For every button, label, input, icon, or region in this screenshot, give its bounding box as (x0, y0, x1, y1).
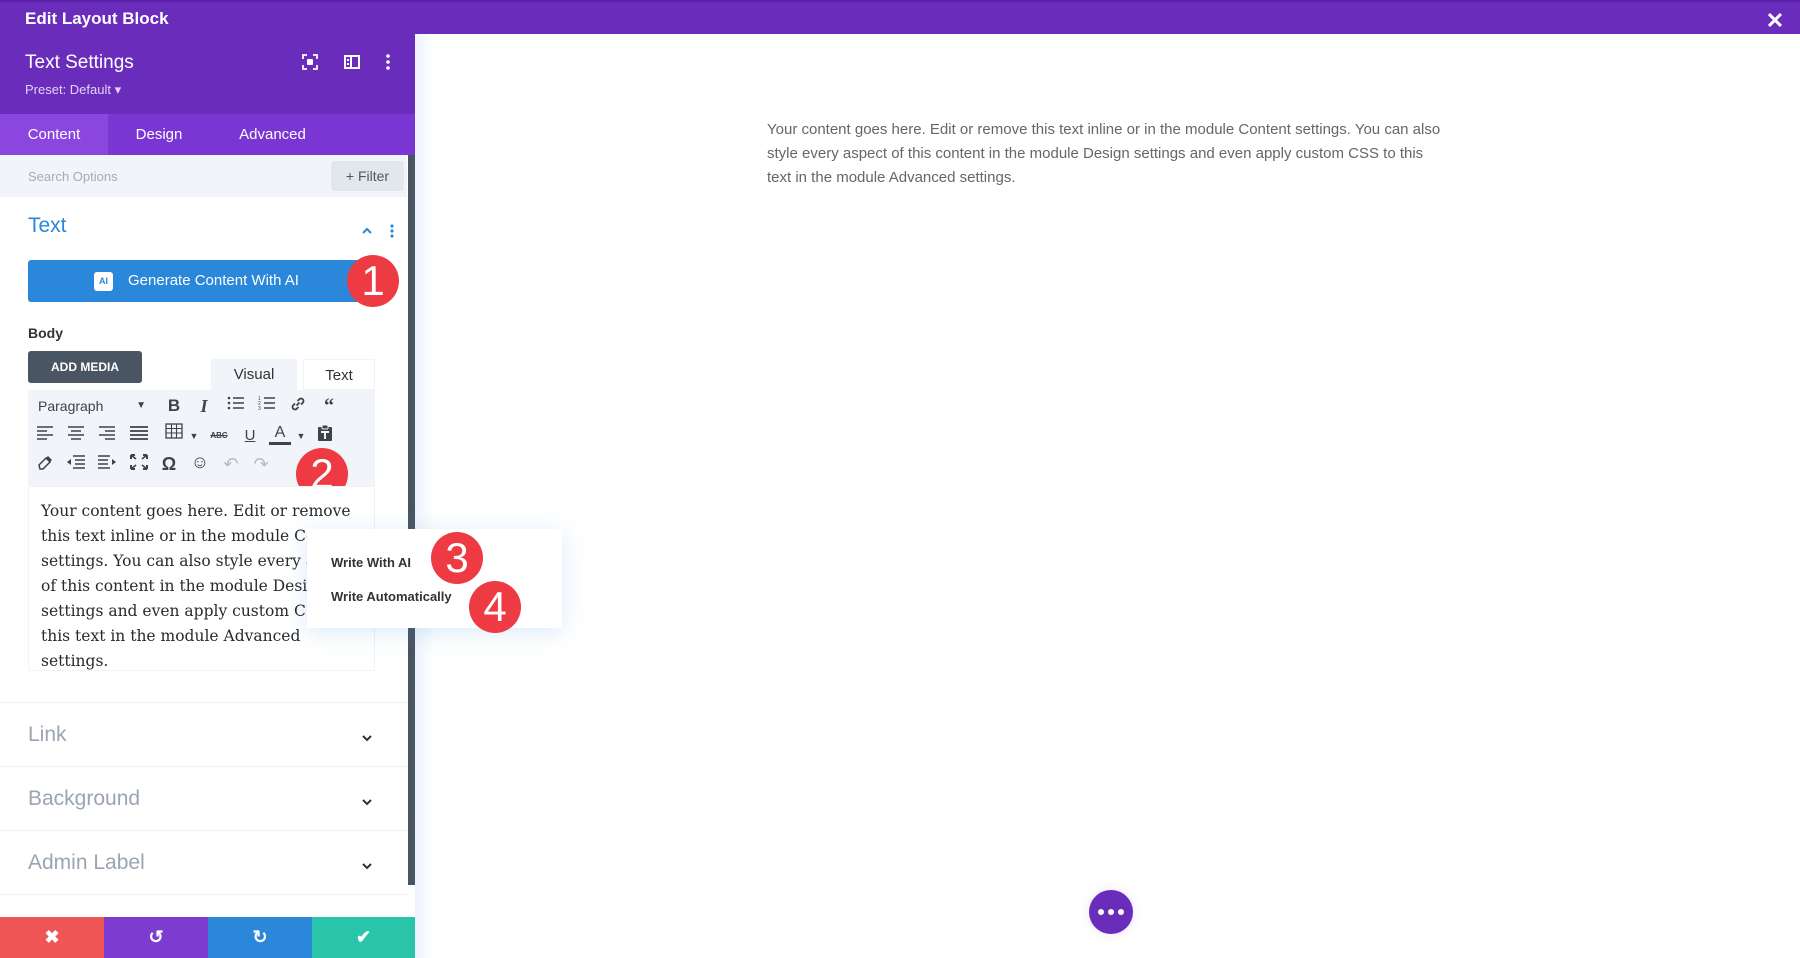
svg-text:3: 3 (258, 406, 261, 411)
save-button[interactable]: ✔ (312, 917, 415, 958)
italic-icon[interactable]: I (193, 395, 215, 417)
format-select-value: Paragraph (38, 398, 104, 414)
undo-icon[interactable]: ↶ (220, 453, 242, 475)
kebab-menu-icon[interactable] (378, 52, 398, 72)
footer-actions: ✖ ↺ ↻ ✔ (0, 917, 415, 958)
bullet-list-icon[interactable] (225, 395, 247, 417)
modal-title: Edit Layout Block (25, 9, 169, 28)
dot-icon (1098, 909, 1104, 915)
filter-button[interactable]: + Filter (331, 161, 404, 191)
section-link-toggle[interactable]: Link (28, 723, 67, 747)
section-divider (0, 894, 407, 895)
table-caret-icon[interactable]: ▼ (183, 425, 205, 447)
align-left-icon[interactable] (34, 425, 56, 447)
dot-icon (1118, 909, 1124, 915)
clear-formatting-icon[interactable] (34, 454, 56, 476)
table-icon[interactable] (163, 423, 185, 445)
annotation-badge-1: 1 (347, 255, 399, 307)
section-background-toggle[interactable]: Background (28, 787, 140, 811)
body-label: Body (28, 325, 63, 341)
align-right-icon[interactable] (96, 425, 118, 447)
dot-icon (1108, 909, 1114, 915)
sidebar-shadow (415, 34, 435, 958)
write-automatically-item[interactable]: Write Automatically (331, 589, 452, 604)
tab-design[interactable]: Design (108, 114, 210, 155)
annotation-badge-3: 3 (431, 532, 483, 584)
bold-icon[interactable]: B (163, 395, 185, 417)
special-char-icon[interactable]: Ω (158, 453, 180, 475)
indent-icon[interactable] (96, 454, 118, 476)
fullscreen-icon[interactable] (128, 454, 150, 476)
section-divider (0, 766, 407, 767)
caret-down-icon: ▼ (136, 400, 146, 411)
strikethrough-icon[interactable]: ABC (208, 425, 230, 447)
section-kebab-icon[interactable] (389, 223, 395, 239)
chevron-down-icon[interactable] (360, 731, 374, 745)
tab-content[interactable]: Content (0, 114, 108, 155)
align-center-icon[interactable] (65, 425, 87, 447)
numbered-list-icon[interactable]: 123 (256, 395, 278, 417)
split-view-icon[interactable] (342, 52, 362, 72)
more-options-button[interactable] (1089, 890, 1133, 934)
section-text-toggle[interactable]: Text (28, 214, 67, 238)
preview-text-module[interactable]: Your content goes here. Edit or remove t… (767, 118, 1447, 190)
emoji-icon[interactable]: ☺ (189, 451, 211, 473)
settings-title: Text Settings (25, 52, 134, 73)
focus-icon[interactable] (300, 52, 320, 72)
ai-icon: AI (94, 272, 113, 291)
outdent-icon[interactable] (65, 454, 87, 476)
text-color-icon[interactable]: A (269, 423, 291, 445)
search-input[interactable] (0, 155, 320, 197)
chevron-up-icon[interactable] (360, 224, 374, 238)
section-admin-label-toggle[interactable]: Admin Label (28, 851, 145, 875)
editor-tab-text[interactable]: Text (303, 359, 375, 390)
settings-header: Text Settings Preset: Default ▾ (0, 34, 415, 114)
section-divider (0, 830, 407, 831)
generate-content-ai-button[interactable]: AI Generate Content With AI (28, 260, 380, 302)
undo-button[interactable]: ↺ (104, 917, 208, 958)
link-icon[interactable] (287, 395, 309, 417)
search-bar: + Filter (0, 155, 407, 197)
chevron-down-icon[interactable] (360, 859, 374, 873)
annotation-badge-4: 4 (469, 581, 521, 633)
add-media-button[interactable]: ADD MEDIA (28, 351, 142, 383)
sidebar-scrollbar[interactable] (408, 155, 415, 885)
settings-tabs: Content Design Advanced (0, 114, 415, 155)
settings-sidebar: Text Settings Preset: Default ▾ Content … (0, 34, 415, 958)
underline-icon[interactable]: U (239, 425, 261, 447)
preset-dropdown[interactable]: Preset: Default ▾ (25, 82, 121, 98)
paste-text-icon[interactable] (314, 424, 336, 446)
blockquote-icon[interactable]: “ (318, 395, 340, 417)
justify-icon[interactable] (128, 425, 150, 447)
close-icon[interactable]: ✕ (1765, 10, 1785, 32)
redo-icon[interactable]: ↷ (250, 453, 272, 475)
chevron-down-icon[interactable] (360, 795, 374, 809)
tab-advanced[interactable]: Advanced (210, 114, 335, 155)
section-divider (0, 702, 407, 703)
format-select[interactable]: Paragraph ▼ (38, 395, 146, 417)
redo-button[interactable]: ↻ (208, 917, 312, 958)
discard-button[interactable]: ✖ (0, 917, 104, 958)
write-with-ai-item[interactable]: Write With AI (331, 555, 411, 570)
generate-content-ai-label: Generate Content With AI (128, 272, 299, 289)
editor-tab-visual[interactable]: Visual (211, 359, 297, 390)
modal-title-bar: Edit Layout Block ✕ (0, 0, 1800, 34)
text-color-caret-icon[interactable]: ▼ (290, 425, 312, 447)
